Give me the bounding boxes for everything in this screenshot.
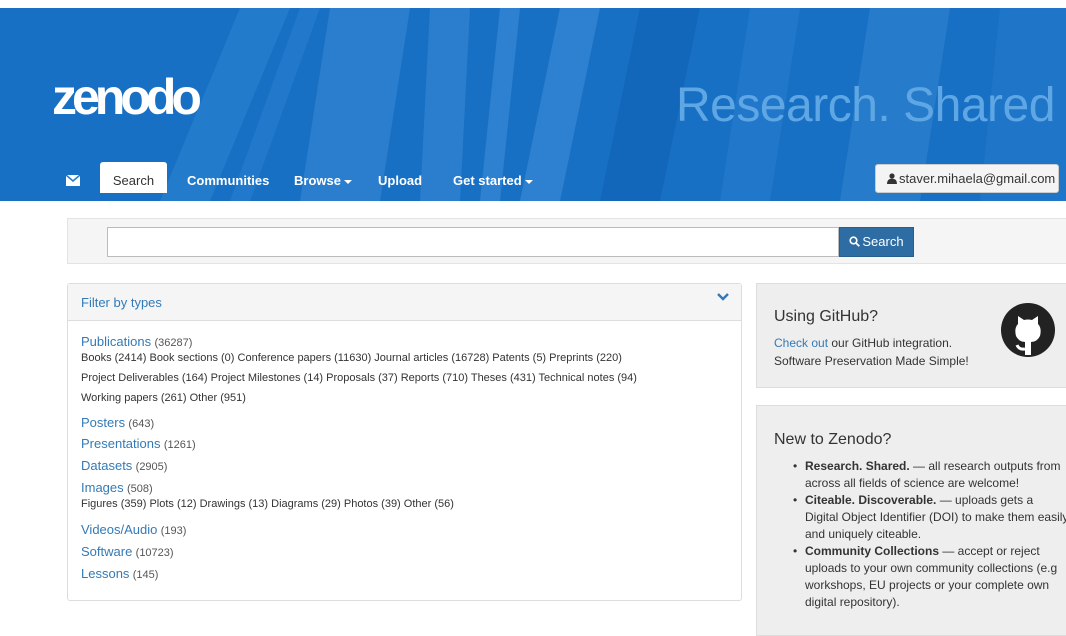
type-label[interactable]: Posters (81, 415, 125, 430)
publication-subtypes[interactable]: Working papers (261) Other (951) (81, 392, 246, 404)
tab-browse[interactable]: Browse (294, 162, 352, 193)
type-publications[interactable]: Publications (36287) (81, 334, 192, 349)
check-out-link[interactable]: Check out (774, 336, 828, 350)
feature-title: Research. Shared. (805, 459, 910, 473)
tab-communities[interactable]: Communities (187, 162, 269, 193)
image-subtypes[interactable]: Figures (359) Plots (12) Drawings (13) D… (81, 498, 454, 510)
type-count: (36287) (154, 337, 193, 349)
list-item: Community Collections — accept or reject… (793, 543, 1066, 611)
new-to-zenodo-panel: New to Zenodo? Research. Shared. — all r… (756, 405, 1066, 636)
type-presentations[interactable]: Presentations (1261) (81, 436, 196, 451)
feature-title: Citeable. Discoverable. (805, 493, 937, 507)
user-menu-button[interactable]: staver.mihaela@gmail.com (875, 164, 1059, 193)
search-input[interactable] (107, 227, 839, 257)
tab-get-started-label: Get started (453, 173, 522, 188)
github-text-line2: Software Preservation Made Simple! (774, 354, 969, 368)
filter-panel: Filter by types Publications (36287) Boo… (67, 283, 742, 601)
type-posters[interactable]: Posters (643) (81, 415, 154, 430)
user-email: staver.mihaela@gmail.com (899, 171, 1056, 186)
chevron-down-icon[interactable] (717, 292, 729, 302)
list-item: Citeable. Discoverable. — uploads gets a… (793, 492, 1066, 543)
type-datasets[interactable]: Datasets (2905) (81, 458, 167, 473)
type-label[interactable]: Publications (81, 334, 151, 349)
search-icon (849, 236, 861, 247)
github-text-line1: Check out our GitHub integration. (774, 336, 952, 350)
feature-list: Research. Shared. — all research outputs… (793, 458, 1066, 611)
tab-upload[interactable]: Upload (378, 162, 422, 193)
type-count: (1261) (163, 439, 196, 451)
tab-browse-label: Browse (294, 173, 341, 188)
type-software[interactable]: Software (10723) (81, 544, 174, 559)
type-count: (145) (132, 569, 159, 581)
type-label[interactable]: Presentations (81, 436, 161, 451)
type-videos[interactable]: Videos/Audio (193) (81, 522, 186, 537)
github-text-rest: our GitHub integration. (828, 336, 953, 350)
type-label[interactable]: Images (81, 480, 124, 495)
caret-down-icon (524, 179, 533, 184)
feature-title: Community Collections (805, 544, 940, 558)
type-count: (643) (128, 418, 155, 430)
github-title: Using GitHub? (774, 308, 879, 325)
type-label[interactable]: Software (81, 544, 132, 559)
github-icon[interactable] (1001, 303, 1055, 357)
type-count: (2905) (135, 461, 168, 473)
list-item: Research. Shared. — all research outputs… (793, 458, 1066, 492)
type-count: (193) (160, 525, 187, 537)
publication-subtypes[interactable]: Project Deliverables (164) Project Miles… (81, 372, 637, 384)
type-label[interactable]: Videos/Audio (81, 522, 157, 537)
caret-down-icon (343, 179, 352, 184)
type-label[interactable]: Datasets (81, 458, 132, 473)
filter-header[interactable]: Filter by types (68, 284, 741, 321)
user-icon (887, 173, 897, 185)
type-lessons[interactable]: Lessons (145) (81, 566, 158, 581)
publication-subtypes[interactable]: Books (2414) Book sections (0) Conferenc… (81, 352, 622, 364)
envelope-icon[interactable] (65, 162, 82, 193)
type-count: (10723) (135, 547, 174, 559)
search-button-label: Search (862, 234, 904, 249)
filter-title: Filter by types (81, 295, 162, 310)
type-count: (508) (126, 483, 153, 495)
zenodo-logo[interactable]: zenodo (52, 68, 202, 126)
tagline: Research. Shared (676, 79, 1055, 132)
github-panel: Using GitHub? Check out our GitHub integ… (756, 283, 1066, 388)
type-label[interactable]: Lessons (81, 566, 129, 581)
new-to-zenodo-title: New to Zenodo? (774, 431, 892, 448)
search-button[interactable]: Search (839, 227, 914, 257)
type-images[interactable]: Images (508) (81, 480, 153, 495)
tab-search[interactable]: Search (100, 162, 167, 193)
tab-get-started[interactable]: Get started (453, 162, 533, 193)
